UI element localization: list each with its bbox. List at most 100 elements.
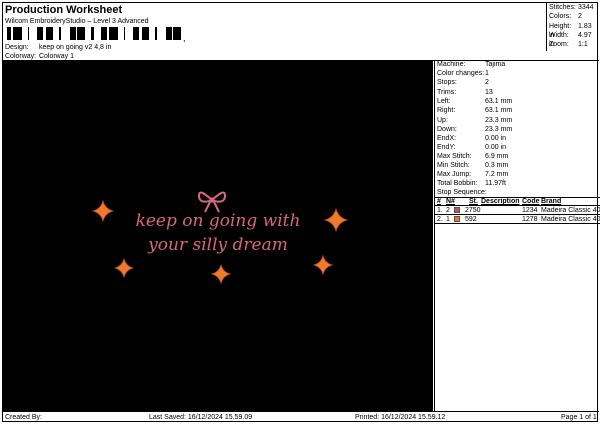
design-text-line1: keep on going with (136, 211, 301, 231)
stat-stitches: Stitches: 3344 (549, 3, 599, 12)
thread-swatch (454, 216, 460, 222)
stat-value: 1:1 (578, 41, 588, 48)
info-value: 0.00 in (485, 144, 507, 151)
info-row: Machine: Tajima (437, 60, 597, 69)
sparkle-star-icon (210, 263, 232, 285)
info-label: EndY: (437, 144, 456, 151)
info-label: Max Jump: (437, 171, 472, 178)
row-num: 2. (437, 216, 443, 223)
design-value: keep on going v2 4,8 in (38, 44, 112, 51)
info-value: 11.97ft (485, 180, 506, 187)
row-stitches: 592 (465, 216, 477, 223)
info-label: Min Stitch: (437, 162, 470, 169)
col-header-description: Description (481, 198, 520, 205)
info-row: Left: 63.1 mm (437, 97, 597, 106)
info-label: Up: (437, 117, 448, 124)
sparkle-star-icon (91, 199, 115, 223)
info-row: Right: 63.1 mm (437, 106, 597, 115)
worksheet-title: Production Worksheet (5, 4, 123, 16)
info-value: 13 (485, 89, 493, 96)
info-label: Total Bobbin: (437, 180, 478, 187)
info-label: Right: (437, 107, 456, 114)
stat-colors: Colors: 2 (549, 12, 599, 21)
info-value: 63.1 mm (485, 107, 513, 114)
stat-value: 2 (578, 13, 582, 20)
stat-value: 3344 (578, 4, 594, 11)
bow-icon (198, 191, 226, 213)
info-value: 0.3 mm (485, 162, 509, 169)
sparkle-star-icon (312, 254, 334, 276)
col-header-code: Code (522, 198, 540, 205)
last-saved: Last Saved: 16/12/2024 15.59.09 (149, 414, 253, 421)
design-row: Design: keep on going v2 4,8 in (5, 44, 111, 51)
info-row: Min Stitch: 0.3 mm (437, 161, 597, 170)
sparkle-star-icon (113, 257, 135, 279)
col-header-num: # (437, 198, 441, 205)
stat-height: Height: 1.83 in (549, 22, 599, 39)
stat-width: Width: 4.97 in (549, 31, 599, 48)
page-number: Page 1 of 1 (561, 414, 597, 421)
thread-swatch (454, 207, 460, 213)
machine-info-panel: Machine: Tajima Color changes:1 Stops: 2 Trim… (434, 60, 600, 411)
stat-label: Height: (549, 23, 572, 30)
info-value: 23.3 mm (485, 117, 513, 124)
info-label: Color changes: (437, 70, 485, 77)
worksheet-header: Production Worksheet Wilcom EmbroiderySt… (3, 3, 433, 60)
info-value: 0.00 in (485, 135, 507, 142)
info-value: 63.1 mm (485, 98, 513, 105)
worksheet-footer: Created By: Last Saved: 16/12/2024 15.59… (3, 411, 599, 423)
row-needle: 2 (446, 207, 450, 214)
info-value: Tajima (485, 61, 506, 68)
barcode-icon (7, 27, 181, 40)
design-artwork: keep on going with your silly dream (91, 191, 349, 285)
info-row: Down: 23.3 mm (437, 125, 597, 134)
info-value: 23.3 mm (485, 126, 513, 133)
info-label: Left: (437, 98, 451, 105)
colorway-value: Colorway 1 (38, 53, 74, 60)
stat-label: Stitches: (549, 4, 576, 11)
design-text-line2: your silly dream (147, 235, 288, 255)
stat-label: Zoom: (549, 41, 569, 48)
design-stats: Stitches: 3344 Colors: 2 Height: 1.83 in Wi… (546, 3, 599, 51)
info-value: 2 (485, 79, 489, 86)
col-header-stitches: St. (469, 198, 478, 205)
info-value: 1 (485, 70, 489, 77)
info-row: EndY: 0.00 in (437, 143, 597, 152)
row-code: 1278 (522, 216, 538, 223)
col-header-needle: N# (446, 198, 455, 205)
production-worksheet: Production Worksheet Wilcom EmbroiderySt… (2, 2, 600, 423)
stat-label: Width: (549, 32, 569, 39)
row-brand: Madeira Classic 40 (541, 216, 600, 223)
info-label: Stops: (437, 79, 457, 86)
table-row: 2. 1 592 1278 Madeira Classic 40 (435, 215, 600, 224)
info-row: EndX: 0.00 in (437, 134, 597, 143)
stat-label: Colors: (549, 13, 572, 20)
printed-date: Printed: 16/12/2024 15.59.12 (355, 414, 446, 421)
info-row: Max Jump: 7.2 mm (437, 170, 597, 179)
info-value: 6.9 mm (485, 153, 509, 160)
info-label: Trims: (437, 89, 457, 96)
info-row: Max Stitch: 6.9 mm (437, 152, 597, 161)
info-label: EndX: (437, 135, 457, 142)
row-code: 1234 (522, 207, 538, 214)
stop-sequence-title: Stop Sequence: (437, 189, 487, 196)
info-row: Color changes:1 (437, 69, 597, 78)
row-stitches: 2750 (465, 207, 481, 214)
row-num: 1. (437, 207, 443, 214)
info-value: 7.2 mm (485, 171, 509, 178)
stop-sequence-header: # N# St. Description Code Brand (435, 197, 600, 206)
sparkle-star-icon (323, 207, 349, 233)
info-row: Total Bobbin: 11.97ft (437, 179, 597, 188)
info-label: Max Stitch: (437, 153, 472, 160)
barcode-mark: , (183, 33, 186, 43)
col-header-brand: Brand (541, 198, 562, 205)
info-label: Down: (437, 126, 457, 133)
stat-zoom: Zoom: 1:1 (549, 40, 599, 49)
software-name: Wilcom EmbroideryStudio – Level 3 Advanc… (5, 18, 149, 25)
table-row: 1. 2 2750 1234 Madeira Classic 40 (435, 206, 600, 215)
info-label: Machine: (437, 61, 466, 68)
row-needle: 1 (446, 216, 450, 223)
row-brand: Madeira Classic 40 (541, 207, 600, 214)
info-row: Stops: 2 (437, 78, 597, 87)
design-preview: keep on going with your silly dream (3, 60, 433, 411)
